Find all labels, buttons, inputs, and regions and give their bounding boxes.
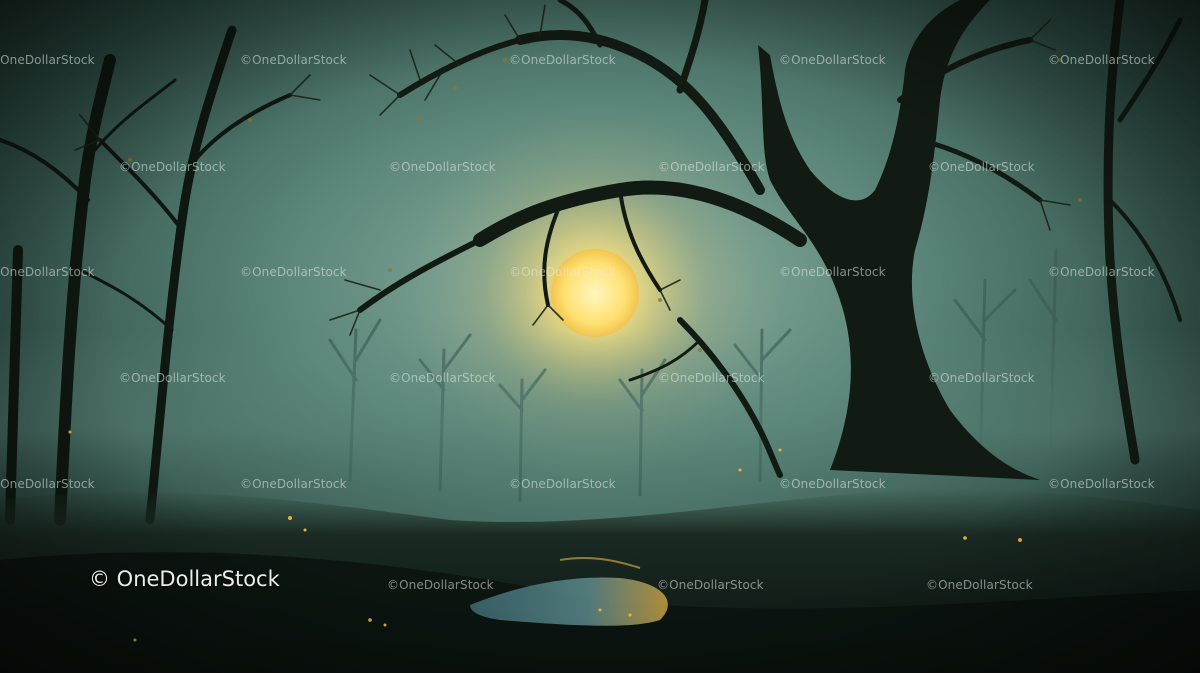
forest-illustration (0, 0, 1200, 673)
forest-scene: ©OneDollarStock ©OneDollarStock ©OneDoll… (0, 0, 1200, 673)
